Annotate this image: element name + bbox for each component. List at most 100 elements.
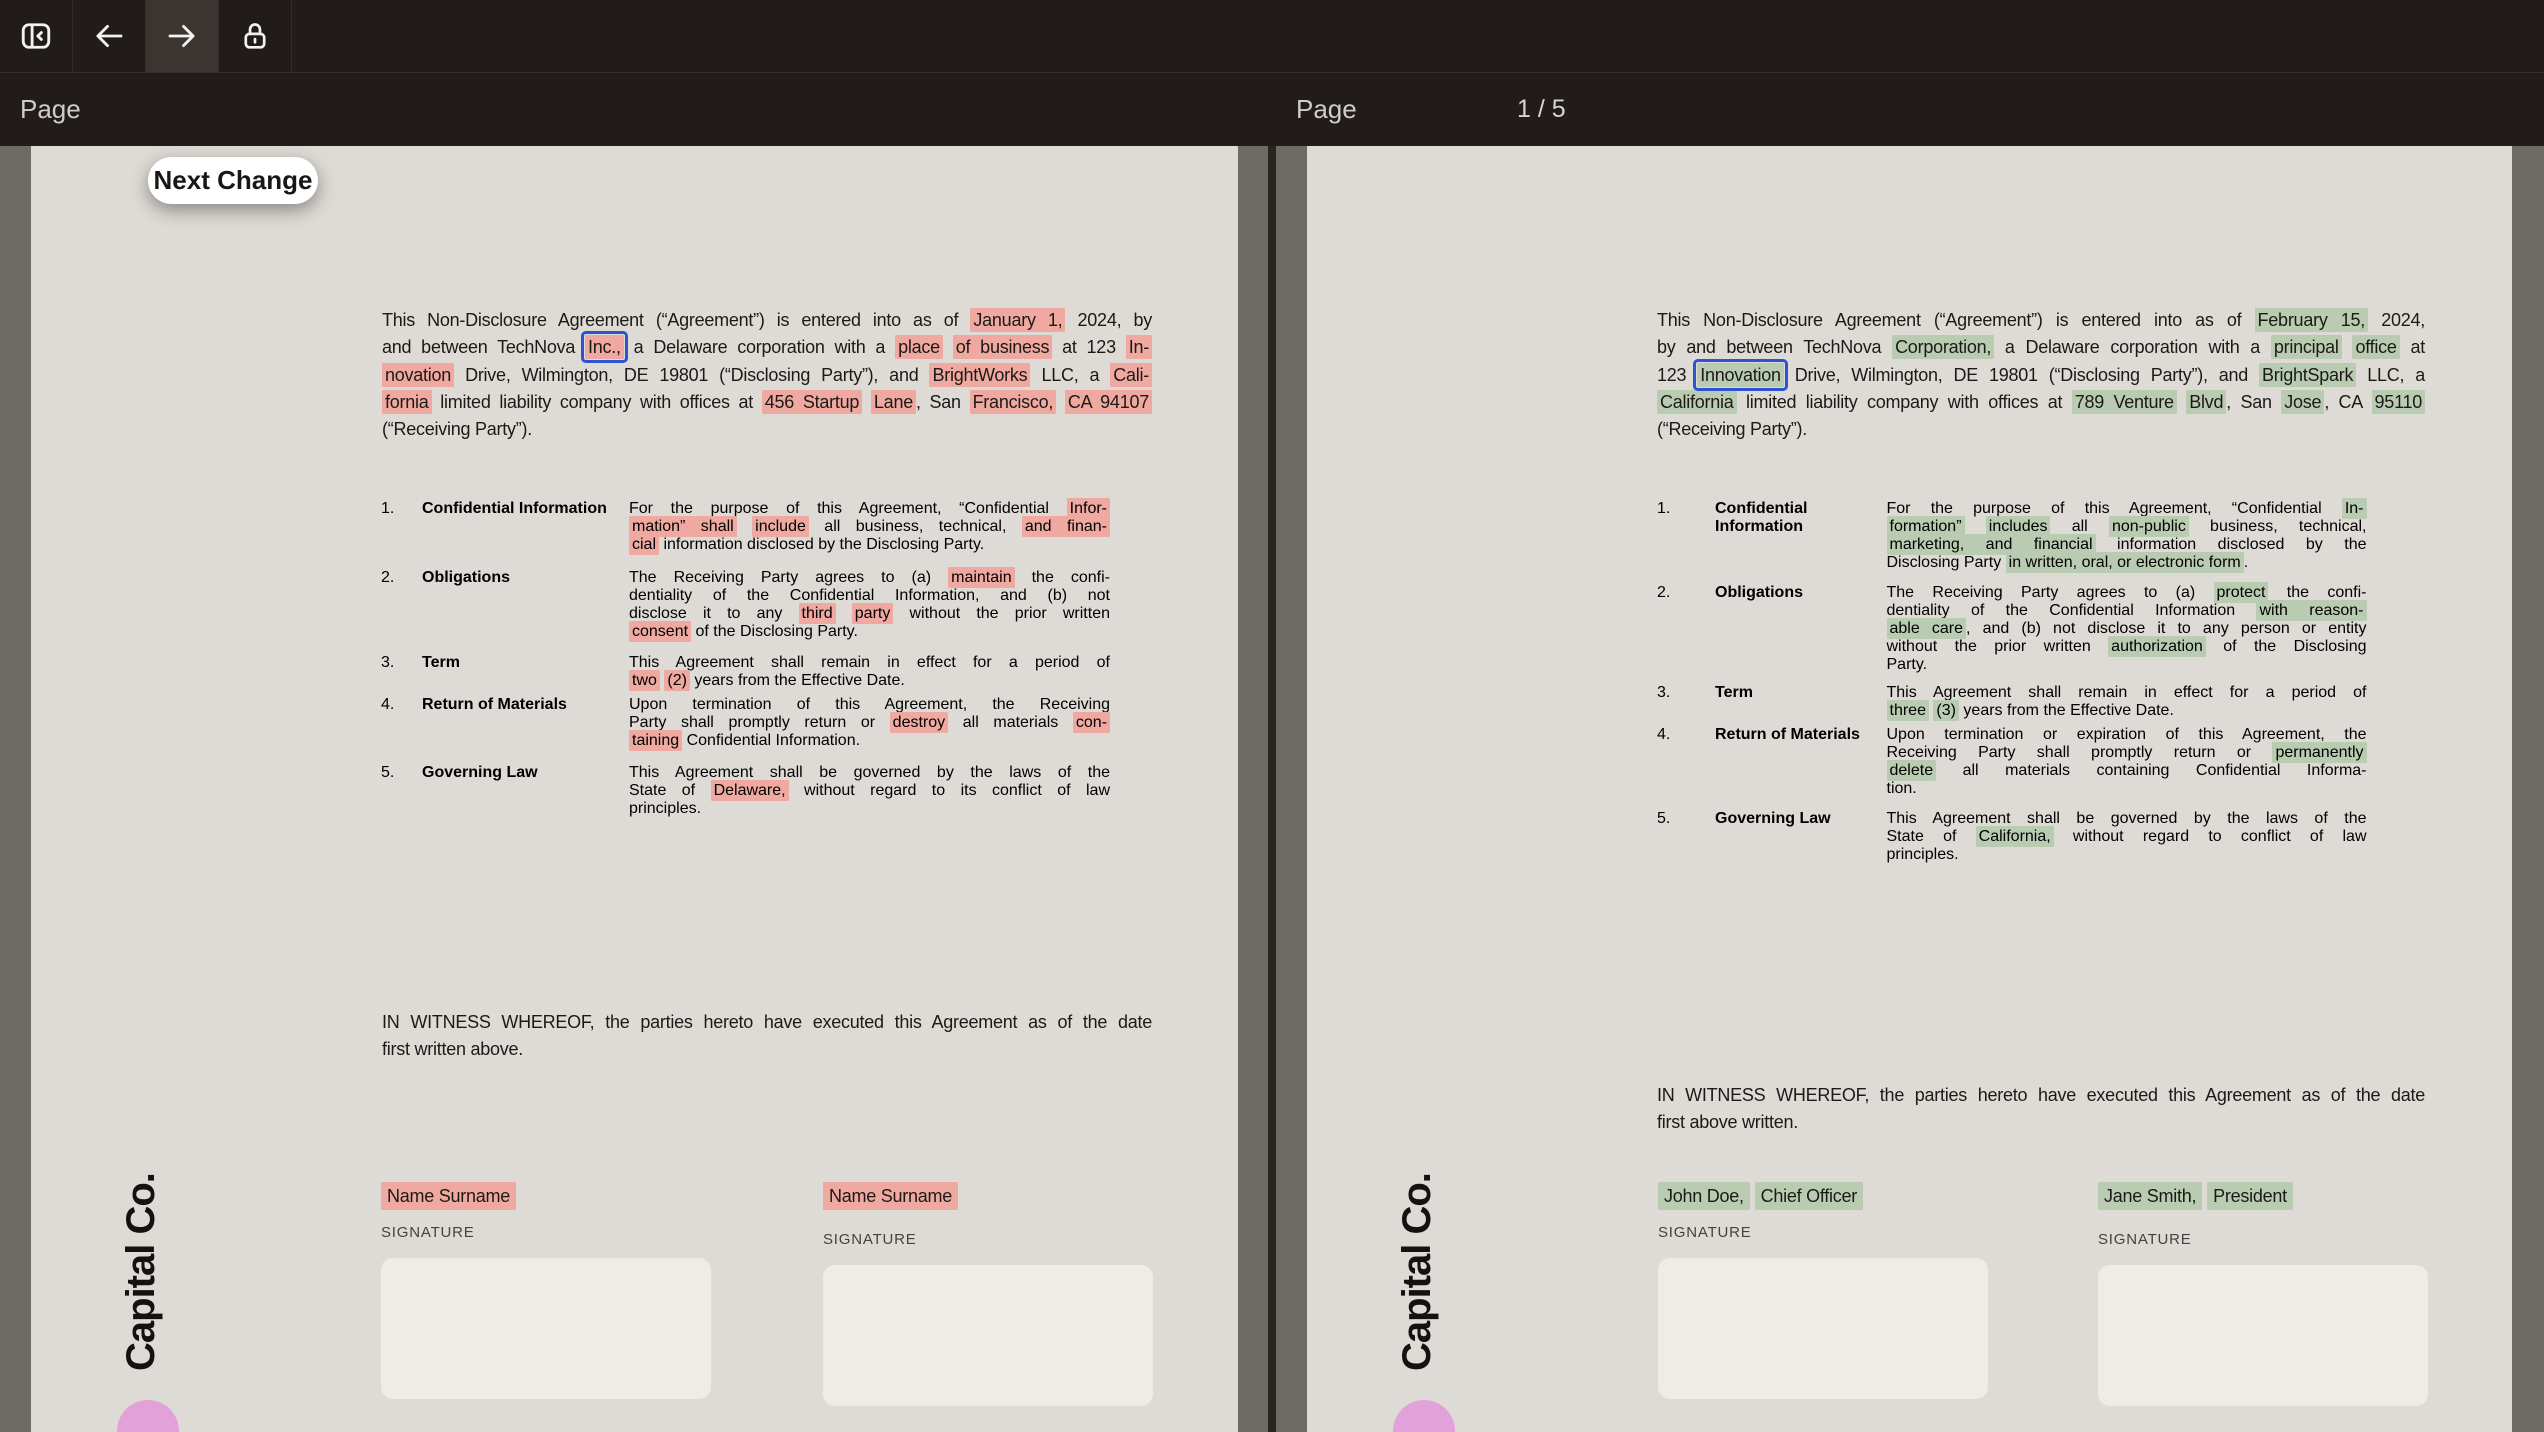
document-page-original: This Non-Disclosure Agreement (“Agreemen… [31,146,1238,1432]
clause-number: 5. [1657,810,1715,864]
removed-text-highlight: Cali- [1110,363,1152,387]
clause-title: Return of Materials [1715,726,1887,798]
added-text-highlight: February 15, [2255,308,2368,332]
signer-name: Name Surname [381,1183,711,1210]
brand-dot [1393,1400,1455,1432]
text-line: principles. [629,800,1110,818]
signature-label: SIGNATURE [381,1224,711,1241]
text-line: (“Receiving Party”). [382,416,1152,443]
signature-label: SIGNATURE [1658,1224,1988,1241]
text-line: principles. [1887,846,2367,864]
clause-body: This Agreement shall be governed by the … [629,764,1110,818]
page-count-indicator: 1 / 5 [1517,73,1566,146]
text-line: novation Drive, Wilmington, DE 19801 (“D… [382,362,1152,389]
clause-number: 2. [381,569,422,641]
clause-title: Return of Materials [422,696,629,750]
lock-icon [238,19,272,53]
removed-text-highlight: Delaware, [711,780,789,801]
removed-text-highlight[interactable]: Inc., [585,335,624,359]
previous-change-button[interactable] [73,0,146,72]
removed-text-highlight: party [852,603,894,624]
removed-text-highlight: Name Surname [823,1182,958,1210]
removed-text-highlight: Lane [871,390,916,414]
sidebar-panel-icon [18,18,54,54]
clause-item: 3.TermThis Agreement shall remain in eff… [381,654,1151,690]
added-text-highlight: office [2352,335,2399,359]
removed-text-highlight: Francisco, [970,390,1057,414]
clause-item: 2.ObligationsThe Receiving Party agrees … [381,569,1151,641]
removed-text-highlight: January 1, [970,308,1065,332]
text-line: and between TechNova Inc., a Delaware co… [382,334,1152,361]
removed-text-highlight: include [752,516,809,537]
clause-body: This Agreement shall remain in effect fo… [1887,684,2367,720]
brand-logo: Capital Co. [1395,1173,1440,1371]
signer-name: Jane Smith, President [2098,1183,2428,1210]
signature-block: Jane Smith, President SIGNATURE [2098,1183,2428,1406]
removed-text-highlight: and finan- [1022,516,1110,537]
clause-body: The Receiving Party agrees to (a) protec… [1887,584,2367,674]
signature-block: Name Surname SIGNATURE [823,1183,1153,1406]
document-pane-revised[interactable]: This Non-Disclosure Agreement (“Agreemen… [1276,146,2544,1432]
clause-number: 2. [1657,584,1715,674]
added-text-highlight: 789 Venture [2072,390,2177,414]
signer-name: Name Surname [823,1183,1153,1210]
signature-label: SIGNATURE [2098,1231,2428,1248]
document-pane-original[interactable]: This Non-Disclosure Agreement (“Agreemen… [0,146,1268,1432]
text-line: first above written. [1657,1109,2425,1136]
clause-title: Confidential Information [422,500,629,554]
text-line: IN WITNESS WHEREOF, the parties hereto h… [382,1009,1152,1036]
clause-list: 1.Confidential InformationFor the purpos… [1657,500,2425,864]
next-change-button[interactable] [146,0,219,72]
text-line: IN WITNESS WHEREOF, the parties hereto h… [1657,1082,2425,1109]
document-page-revised: This Non-Disclosure Agreement (“Agreemen… [1307,146,2512,1432]
brand-logo: Capital Co. [119,1173,164,1371]
added-text-highlight: BrightSpark [2259,363,2356,387]
clause-body: Upon termination or expiration of this A… [1887,726,2367,798]
toolbar-nav-row [0,0,2544,73]
removed-text-highlight: third [799,603,836,624]
clause-item: 1.Confidential InformationFor the purpos… [1657,500,2425,572]
added-text-highlight: principal [2271,335,2342,359]
signature-field [823,1265,1153,1406]
removed-text-highlight: cial [629,534,659,555]
app-window: Page Next Change [0,0,2544,1432]
removed-text-highlight: place [895,335,943,359]
text-line: Name Surname [823,1183,1153,1210]
signature-field [1658,1258,1988,1399]
text-line: This Agreement shall be governed by the … [629,764,1110,782]
removed-text-highlight: con- [1073,712,1110,733]
lock-button[interactable] [219,0,292,72]
added-text-highlight[interactable]: Innovation [1697,363,1784,387]
next-change-tooltip: Next Change [148,157,318,204]
added-text-highlight: in written, oral, or electronic form [2006,552,2244,573]
text-line: 123 Innovation Drive, Wilmington, DE 198… [1657,362,2425,389]
added-text-highlight: (3) [1933,700,1959,721]
intro-paragraph: This Non-Disclosure Agreement (“Agreemen… [382,307,1152,443]
clause-number: 1. [381,500,422,554]
page-label-left: Page [20,73,81,146]
text-line: State of Delaware, without regard to its… [629,782,1110,800]
clause-item: 5.Governing LawThis Agreement shall be g… [1657,810,2425,864]
removed-text-highlight: maintain [948,567,1014,588]
clause-title: Governing Law [422,764,629,818]
added-text-highlight: three [1887,700,1929,721]
removed-text-highlight: destroy [890,712,948,733]
text-line: Disclosing Party in written, oral, or el… [1887,554,2367,572]
clause-list: 1.Confidential InformationFor the purpos… [381,500,1151,818]
removed-text-highlight: fornia [382,390,432,414]
clause-body: This Agreement shall remain in effect fo… [629,654,1110,690]
text-line: The Receiving Party agrees to (a) mainta… [629,569,1110,587]
text-line: This Agreement shall be governed by the … [1887,810,2367,828]
added-text-highlight: In- [2342,498,2367,519]
text-line: consent of the Disclosing Party. [629,623,1110,641]
signature-label: SIGNATURE [823,1231,1153,1248]
toggle-sidebar-button[interactable] [0,0,73,72]
text-line: fornia limited liability company with of… [382,389,1152,416]
text-line: Receiving Party shall promptly return or… [1887,744,2367,762]
signature-block: John Doe, Chief Officer SIGNATURE [1658,1183,1988,1399]
pane-divider[interactable] [1268,146,1276,1432]
signer-name: John Doe, Chief Officer [1658,1183,1988,1210]
added-text-highlight: Jose [2281,390,2324,414]
added-text-highlight: 95110 [2372,390,2425,414]
removed-text-highlight: consent [629,621,691,642]
